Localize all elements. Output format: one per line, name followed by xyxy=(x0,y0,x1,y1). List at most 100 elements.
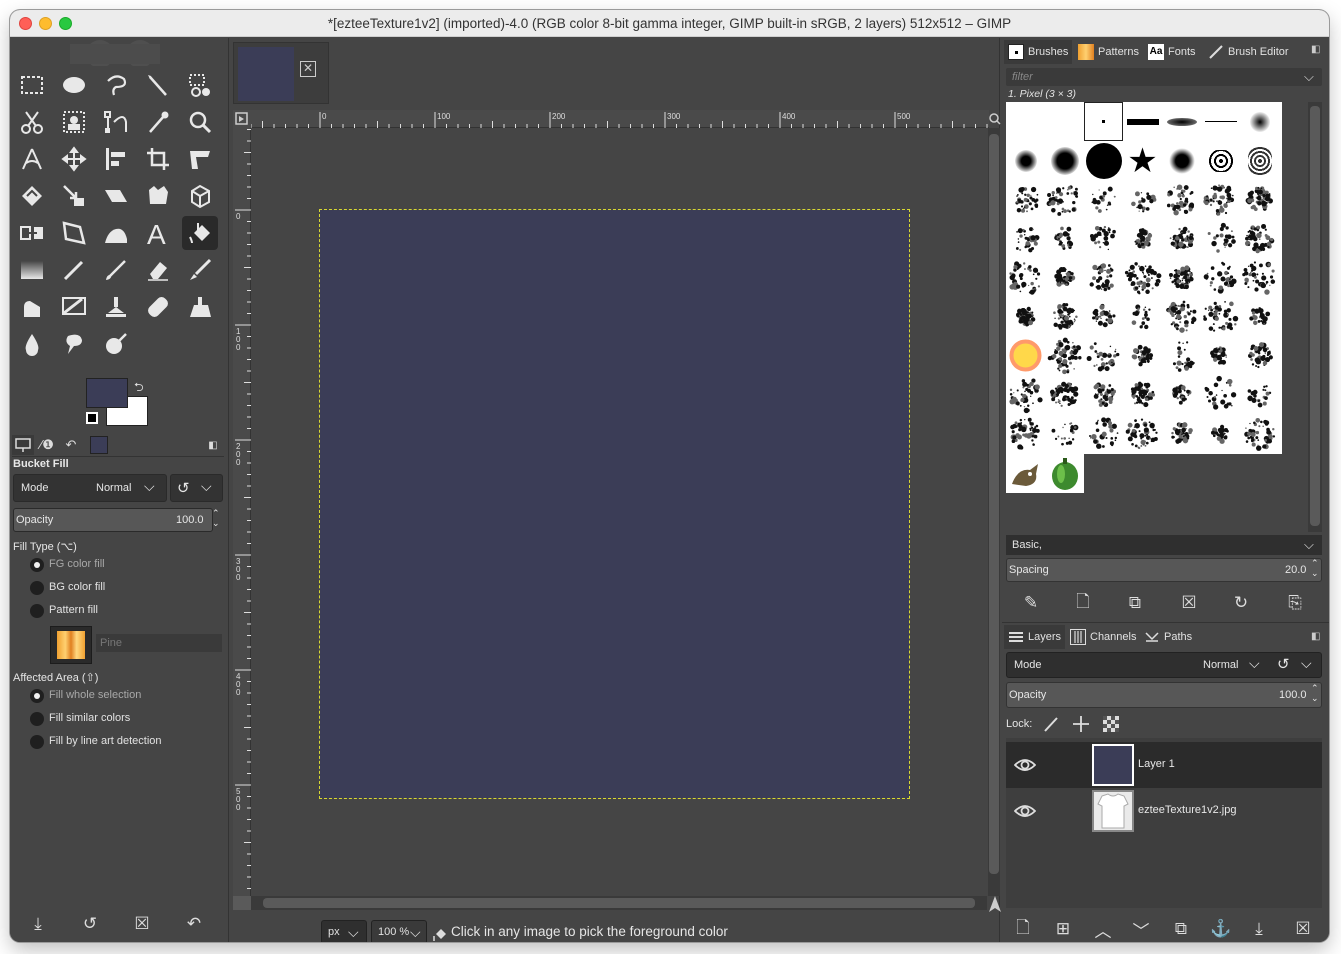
delete-layer-icon[interactable]: ☒ xyxy=(1292,918,1314,940)
pattern-preview[interactable] xyxy=(50,626,92,664)
brush-fuzzy-medium[interactable] xyxy=(1045,141,1084,180)
brush-filter-input[interactable]: filter xyxy=(1006,68,1322,86)
brush-thumbnail[interactable] xyxy=(1091,186,1116,213)
brush-thumbnail[interactable] xyxy=(1249,307,1271,326)
lock-alpha-icon[interactable] xyxy=(1102,715,1120,733)
free-select-tool-icon[interactable] xyxy=(98,68,134,102)
fill-line-art-radio[interactable] xyxy=(30,735,44,749)
reset-options-icon[interactable]: ↶ xyxy=(180,910,208,938)
maximize-window-button[interactable] xyxy=(59,17,72,30)
tab-fonts[interactable]: Aa Fonts xyxy=(1144,40,1200,64)
select-by-color-tool-icon[interactable] xyxy=(182,68,218,102)
brush-soft-dot[interactable] xyxy=(1240,102,1279,141)
new-brush-icon[interactable]: 🗋 xyxy=(1072,592,1094,614)
ink-tool-icon[interactable] xyxy=(14,290,50,324)
ellipse-select-tool-icon[interactable] xyxy=(56,68,92,102)
brush-thumbnail[interactable] xyxy=(1210,346,1228,365)
brush-thumbnail[interactable] xyxy=(1242,261,1276,295)
pencil-tool-icon[interactable] xyxy=(56,253,92,287)
brush-thumbnail[interactable] xyxy=(1009,261,1041,295)
tab-patterns[interactable]: Patterns xyxy=(1074,40,1143,64)
brush-pepper[interactable] xyxy=(1045,454,1084,493)
reset-icon[interactable]: ↺ xyxy=(1277,655,1290,673)
blur-sharpen-tool-icon[interactable] xyxy=(14,327,50,361)
device-status-tab-icon[interactable]: ⁄❶ xyxy=(36,435,58,455)
new-layer-icon[interactable]: 🗋 xyxy=(1012,918,1034,940)
brush-thumbnail[interactable] xyxy=(1015,186,1039,213)
bucket-fill-tool-icon[interactable] xyxy=(182,216,218,250)
paths-tool-icon[interactable] xyxy=(98,105,134,139)
anchor-layer-icon[interactable]: ⚓ xyxy=(1210,918,1232,940)
brush-thumbnail[interactable] xyxy=(1051,422,1079,446)
visibility-eye-icon[interactable] xyxy=(1014,754,1036,776)
zoom-image-icon[interactable] xyxy=(989,110,1001,128)
crop-tool-icon[interactable] xyxy=(140,142,176,176)
bg-color-fill-radio[interactable] xyxy=(30,581,44,595)
zoom-combo[interactable]: 100 % ⌵ xyxy=(371,920,427,942)
3d-transform-tool-icon[interactable] xyxy=(182,179,218,213)
save-options-icon[interactable]: ⤓ xyxy=(24,910,52,938)
quick-mask-menu-icon[interactable] xyxy=(233,110,251,128)
unit-combo[interactable]: px ⌵ xyxy=(321,920,367,942)
configure-tab-icon[interactable]: ◧ xyxy=(202,435,224,455)
merge-layer-icon[interactable]: ⤓ xyxy=(1248,918,1270,940)
brush-thumbnail[interactable] xyxy=(1244,417,1276,451)
brush-thumbnail[interactable] xyxy=(1009,378,1043,414)
gradient-tool-icon[interactable] xyxy=(14,253,50,287)
duplicate-layer-icon[interactable]: ⧉ xyxy=(1170,918,1192,940)
foreground-color-swatch[interactable] xyxy=(86,378,128,408)
close-window-button[interactable] xyxy=(19,17,32,30)
handle-transform-tool-icon[interactable] xyxy=(14,179,50,213)
tab-brush-editor[interactable]: Brush Editor xyxy=(1204,40,1293,64)
brush-thumbnail[interactable] xyxy=(1204,375,1237,410)
brush-thumbnail[interactable] xyxy=(1009,339,1042,372)
warp-transform-tool-icon[interactable] xyxy=(98,216,134,250)
brush-wilber[interactable] xyxy=(1006,454,1045,493)
edit-brush-icon[interactable]: ✎ xyxy=(1020,592,1042,614)
cage-transform-tool-icon[interactable] xyxy=(140,179,176,213)
default-colors-icon[interactable] xyxy=(86,412,98,424)
brush-pixel[interactable] xyxy=(1084,102,1123,141)
navigate-icon[interactable] xyxy=(233,896,251,910)
opacity-spin-icon[interactable]: ⌃ ⌄ xyxy=(212,508,220,528)
brush-thumbnail[interactable] xyxy=(1047,337,1082,375)
heal-tool-icon[interactable] xyxy=(140,290,176,324)
swap-colors-icon[interactable]: ⮌ xyxy=(134,378,144,399)
vertical-scrollbar[interactable] xyxy=(988,128,1000,896)
brush-ellipse[interactable] xyxy=(1162,102,1201,141)
brush-star[interactable]: ★ xyxy=(1123,141,1162,180)
pointer-arrow-icon[interactable] xyxy=(989,896,1001,912)
zoom-tool-icon[interactable] xyxy=(182,105,218,139)
brush-splatter-2[interactable] xyxy=(1201,141,1240,180)
delete-brush-icon[interactable]: ☒ xyxy=(1178,592,1200,614)
duplicate-brush-icon[interactable]: ⧉ xyxy=(1124,592,1146,614)
configure-tab-icon[interactable]: ◧ xyxy=(1311,631,1320,642)
brush-thumbnail[interactable] xyxy=(1166,184,1195,216)
spacing-slider[interactable]: Spacing 20.0 ⌃ ⌄ xyxy=(1006,558,1322,582)
brush-thumbnail[interactable] xyxy=(1166,300,1197,333)
brush-thumbnail[interactable] xyxy=(1015,306,1036,327)
lower-layer-icon[interactable]: ﹀ xyxy=(1130,918,1152,941)
brush-thumbnail[interactable] xyxy=(1172,341,1195,372)
restore-options-icon[interactable]: ↺ xyxy=(76,910,104,938)
pattern-fill-radio[interactable] xyxy=(30,604,44,618)
chevron-down-icon[interactable]: ⌵ xyxy=(1304,69,1314,85)
layer-row[interactable]: Layer 1 xyxy=(1006,742,1322,788)
brush-list-scrollbar[interactable] xyxy=(1308,102,1322,532)
move-tool-icon[interactable] xyxy=(56,142,92,176)
horizontal-ruler[interactable]: 0 100 200 300 400 500 xyxy=(250,110,989,128)
brush-thumbnail[interactable] xyxy=(1092,303,1116,328)
paintbrush-tool-icon[interactable] xyxy=(98,253,134,287)
brush-thumbnail[interactable] xyxy=(1244,223,1275,254)
airbrush-tool-icon[interactable] xyxy=(182,253,218,287)
canvas-area[interactable] xyxy=(251,128,987,896)
brush-thumbnail[interactable] xyxy=(1247,385,1272,408)
reset-mode-combo[interactable]: ↺ ⌵ xyxy=(170,474,223,502)
brush-thumbnail[interactable] xyxy=(1131,344,1154,367)
vertical-ruler[interactable]: 0100200300400500 xyxy=(233,128,251,896)
tab-paths[interactable]: Paths xyxy=(1140,625,1196,649)
brush-thumbnail[interactable] xyxy=(1207,222,1236,253)
dodge-burn-tool-icon[interactable] xyxy=(98,327,134,361)
color-picker-tool-icon[interactable] xyxy=(140,105,176,139)
brush-thumbnail[interactable] xyxy=(1125,418,1158,450)
